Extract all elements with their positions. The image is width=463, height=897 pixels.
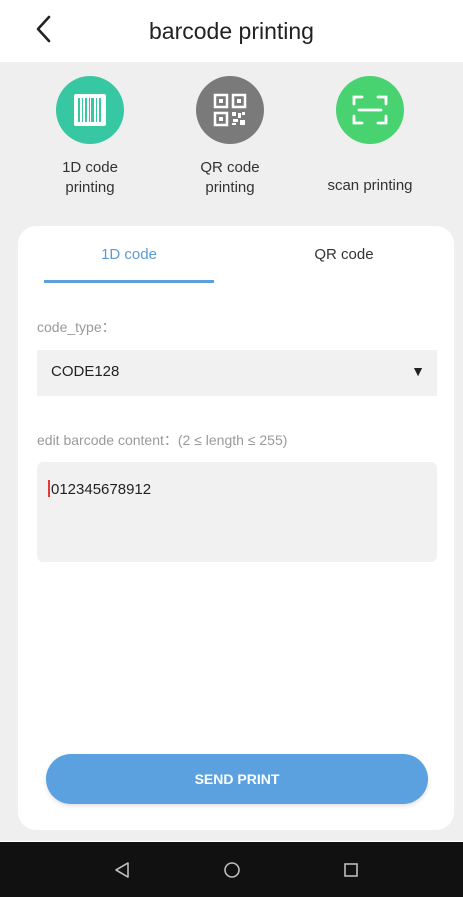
recents-icon — [344, 862, 358, 877]
back-icon — [115, 861, 129, 878]
qr-code-icon — [196, 76, 264, 144]
nav-recents-button[interactable] — [331, 842, 371, 897]
barcode-icon — [56, 76, 124, 144]
tab-qr-code[interactable]: QR code — [259, 246, 429, 276]
active-tab-indicator — [44, 280, 214, 283]
text-cursor — [48, 480, 50, 497]
nav-back-button[interactable] — [102, 842, 142, 897]
barcode-content-input[interactable]: 012345678912 — [37, 462, 437, 562]
scan-icon — [336, 76, 404, 144]
mode-1d-code-printing[interactable]: 1D code printing — [30, 76, 150, 216]
mode-qr-code-printing[interactable]: QR code printing — [170, 76, 290, 216]
mode-scan-printing[interactable]: scan printing — [310, 76, 430, 216]
nav-home-button[interactable] — [212, 842, 252, 897]
send-print-button[interactable]: SEND PRINT — [46, 754, 428, 804]
barcode-content-value: 012345678912 — [51, 481, 152, 498]
code-type-label: code_type： — [37, 319, 116, 335]
mode-label: QR code printing — [200, 159, 260, 196]
tab-1d-code[interactable]: 1D code — [44, 246, 214, 276]
code-type-select[interactable]: CODE128 ▼ — [37, 350, 437, 396]
chevron-left-icon — [36, 15, 51, 43]
home-icon — [224, 861, 240, 878]
dropdown-arrow-icon: ▼ — [411, 363, 425, 379]
mode-label: 1D code printing — [62, 159, 118, 196]
barcode-content-text: 012345678912 — [48, 480, 151, 498]
mode-label: scan printing — [327, 177, 413, 194]
code-type-value: CODE128 — [51, 363, 120, 380]
barcode-content-label: edit barcode content：(2 ≤ length ≤ 255) — [37, 432, 288, 448]
back-button[interactable] — [28, 12, 58, 46]
page-title: barcode printing — [149, 17, 314, 44]
